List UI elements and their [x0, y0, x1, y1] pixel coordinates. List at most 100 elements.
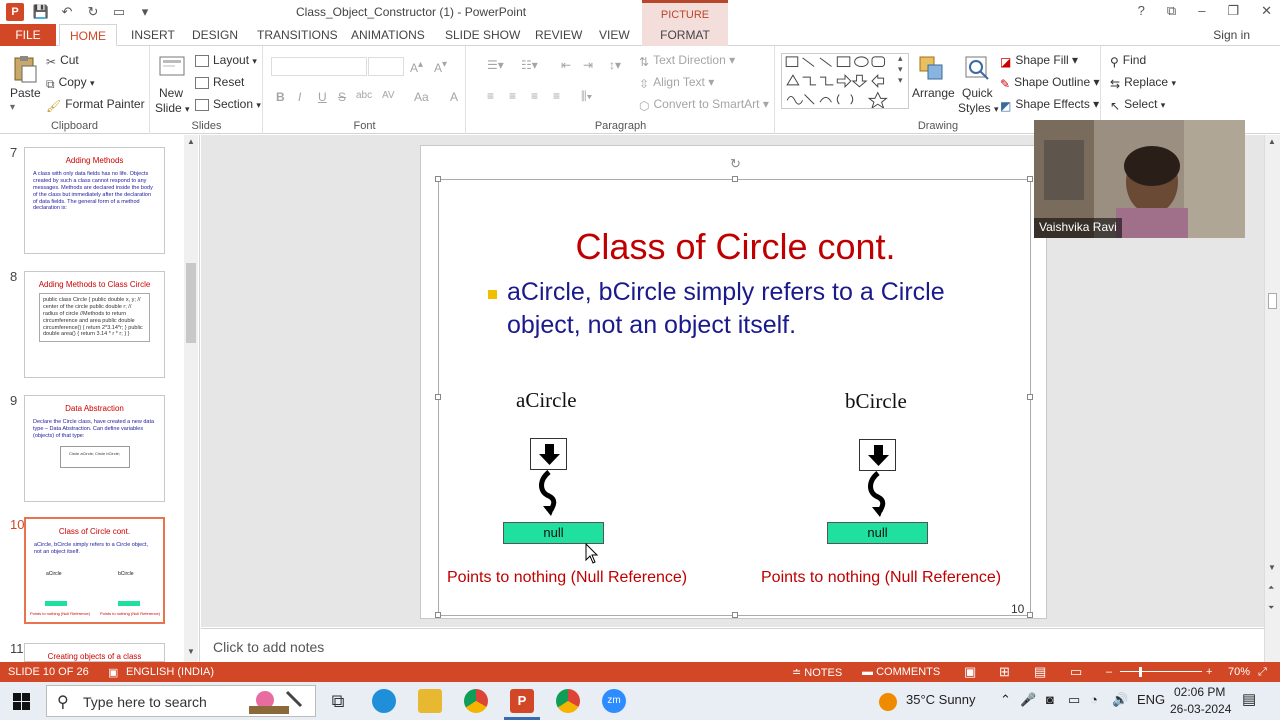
slide-content-selection[interactable]: ↻ Class of Circle cont. aCircle, bCircle… [435, 156, 1033, 618]
shrink-font-icon[interactable]: A▾ [434, 59, 447, 75]
decrease-indent-icon[interactable]: ⇤ [561, 58, 571, 72]
tab-home[interactable]: HOME [59, 24, 117, 46]
align-right-icon[interactable]: ≡ [531, 89, 538, 103]
convert-smartart-button[interactable]: ⬡ Convert to SmartArt ▾ [639, 97, 769, 113]
resize-handle[interactable] [732, 612, 738, 618]
clock-date[interactable]: 26-03-2024 [1170, 702, 1231, 716]
quick-styles-icon[interactable] [962, 53, 992, 83]
arrange-button[interactable]: Arrange [912, 86, 955, 100]
replace-button[interactable]: ⇆ Replace ▾ [1110, 75, 1176, 91]
center-icon[interactable]: ≡ [509, 89, 516, 103]
restore-icon[interactable]: ❐ [1227, 3, 1239, 19]
notes-toggle[interactable]: ≐ NOTES [792, 666, 842, 679]
align-text-button[interactable]: ⇳ Align Text ▾ [639, 75, 714, 91]
bullets-icon[interactable]: ☰▾ [487, 58, 504, 72]
zoom-slider-thumb[interactable] [1139, 667, 1142, 677]
slide-sorter-icon[interactable]: ⊞ [999, 664, 1010, 680]
italic-button[interactable]: I [298, 90, 301, 104]
arrange-icon[interactable] [916, 53, 946, 83]
font-color-button[interactable]: A [450, 90, 458, 104]
line-spacing-icon[interactable]: ↕▾ [609, 58, 621, 72]
change-case-button[interactable]: Aa [414, 90, 429, 104]
format-painter-button[interactable]: 🖌 Format Painter [46, 97, 145, 113]
thumbnail-scroll-thumb[interactable] [186, 263, 196, 343]
network-icon[interactable]: ◔ [1090, 692, 1098, 707]
character-spacing-button[interactable]: AV [382, 90, 395, 101]
tab-review[interactable]: REVIEW [535, 24, 582, 46]
slideshow-view-icon[interactable]: ▭ [1070, 664, 1082, 680]
resize-handle[interactable] [1027, 394, 1033, 400]
windows-start-icon[interactable] [13, 693, 30, 710]
ribbon-display-icon[interactable]: ⧉ [1167, 3, 1176, 19]
task-view-icon[interactable]: ⧉ [326, 689, 350, 713]
new-slide-label-1[interactable]: New [159, 86, 183, 100]
text-shadow-button[interactable]: abc [356, 90, 372, 101]
align-left-icon[interactable]: ≡ [487, 89, 494, 103]
undo-icon[interactable]: ↶ [58, 4, 76, 20]
weather-text[interactable]: 35°C Sunny [906, 692, 976, 707]
quick-styles-button[interactable]: Styles ▾ [958, 101, 999, 115]
rotate-handle-icon[interactable]: ↻ [730, 156, 741, 172]
powerpoint-taskbar-icon[interactable]: P [510, 689, 534, 713]
resize-handle[interactable] [435, 176, 441, 182]
gallery-scroll-icon[interactable]: ▴ ▾ ▾ [898, 53, 903, 86]
increase-indent-icon[interactable]: ⇥ [583, 58, 593, 72]
zoom-level[interactable]: 70% [1228, 666, 1250, 678]
find-button[interactable]: ⚲ Find [1110, 53, 1146, 69]
scroll-up-icon[interactable]: ▲ [187, 137, 195, 146]
cut-button[interactable]: ✂ Cut [46, 53, 79, 69]
resize-handle[interactable] [1027, 176, 1033, 182]
redo-icon[interactable]: ↻ [84, 4, 102, 20]
notes-pane[interactable]: Click to add notes [201, 628, 1264, 662]
tab-format[interactable]: FORMAT [642, 24, 728, 46]
text-direction-button[interactable]: ⇅ Text Direction ▾ [639, 53, 735, 69]
tab-transitions[interactable]: TRANSITIONS [257, 24, 338, 46]
shape-effects-button[interactable]: ◩ Shape Effects ▾ [1000, 97, 1099, 113]
close-icon[interactable]: ✕ [1261, 3, 1272, 19]
reset-button[interactable]: Reset [195, 75, 244, 89]
paste-icon[interactable] [10, 54, 40, 84]
weather-sun-icon[interactable] [879, 693, 897, 711]
start-from-beginning-icon[interactable]: ▭ [110, 4, 128, 20]
slide-scroll-thumb[interactable] [1268, 293, 1277, 309]
edge-browser-icon[interactable] [372, 689, 396, 713]
input-language[interactable]: ENG [1137, 692, 1165, 707]
zoom-slider[interactable] [1120, 671, 1202, 672]
taskbar-search-box[interactable]: ⚲ Type here to search [46, 685, 316, 717]
tab-file[interactable]: FILE [0, 24, 56, 46]
zoom-out-icon[interactable]: – [1106, 666, 1112, 678]
battery-icon[interactable]: ▭ [1068, 692, 1080, 708]
tray-chevron-icon[interactable]: ⌃ [1000, 692, 1011, 708]
thumbnail-scrollbar[interactable]: ▲ ▼ [184, 135, 198, 662]
font-name-dropdown[interactable] [271, 57, 367, 76]
customize-qat-icon[interactable]: ▾ [136, 4, 154, 20]
resize-handle[interactable] [732, 176, 738, 182]
resize-handle[interactable] [435, 612, 441, 618]
tab-insert[interactable]: INSERT [131, 24, 175, 46]
quick-styles-label-1[interactable]: Quick [962, 86, 993, 100]
slide-thumbnail[interactable]: Creating objects of a class [24, 643, 165, 662]
zoom-app-icon[interactable]: zm [602, 689, 626, 713]
tab-animations[interactable]: ANIMATIONS [351, 24, 425, 46]
slide-thumbnail[interactable]: Adding Methods A class with only data fi… [24, 147, 165, 254]
sign-in-link[interactable]: Sign in [1213, 28, 1250, 42]
help-icon[interactable]: ? [1138, 3, 1145, 19]
new-slide-button[interactable]: Slide ▾ [155, 101, 190, 115]
clock-time[interactable]: 02:06 PM [1174, 685, 1225, 699]
notification-center-icon[interactable]: ▤ [1242, 690, 1256, 708]
strikethrough-button[interactable]: S [338, 90, 346, 104]
minimize-icon[interactable]: – [1198, 3, 1205, 19]
scroll-up-icon[interactable]: ▲ [1268, 137, 1276, 146]
tab-view[interactable]: VIEW [599, 24, 630, 46]
spellcheck-icon[interactable]: ▣ [108, 666, 118, 679]
next-slide-icon[interactable]: ⏷ [1268, 603, 1274, 613]
layout-button[interactable]: Layout ▾ [195, 53, 257, 67]
previous-slide-icon[interactable]: ⏶ [1268, 583, 1274, 593]
language-status[interactable]: ENGLISH (INDIA) [126, 666, 214, 678]
slide-scrollbar[interactable]: ▲ ▼ ⏶ ⏷ [1264, 135, 1280, 662]
scroll-down-icon[interactable]: ▼ [187, 647, 195, 656]
save-icon[interactable]: 💾 [32, 4, 50, 20]
tab-slide-show[interactable]: SLIDE SHOW [445, 24, 520, 46]
notes-placeholder[interactable]: Click to add notes [213, 639, 324, 655]
normal-view-icon[interactable]: ▣ [964, 664, 976, 680]
